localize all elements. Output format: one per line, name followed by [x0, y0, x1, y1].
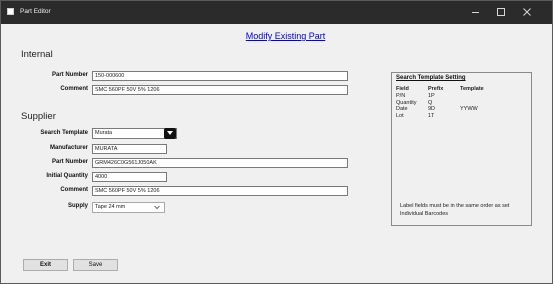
internal-section-title: Internal — [21, 49, 53, 60]
part-editor-window: Part Editor Modify Existing Part Interna… — [0, 0, 553, 284]
exit-button[interactable]: Exit — [23, 259, 68, 271]
row-field: Lot — [396, 112, 404, 119]
panel-title: Search Template Setting — [396, 75, 466, 81]
column-header-field: Field — [396, 86, 409, 92]
initial-quantity-input[interactable] — [92, 172, 167, 182]
supplier-comment-input[interactable] — [92, 186, 348, 196]
panel-note: Label fields must be in the same order a… — [400, 203, 510, 217]
supply-label: Supply — [67, 203, 88, 209]
supplier-section-title: Supplier — [21, 111, 56, 122]
template-table-header: Field Prefix Template — [396, 86, 530, 93]
maximize-button[interactable] — [489, 1, 513, 24]
manufacturer-label: Manufacturer — [49, 145, 88, 151]
window-title: Part Editor — [20, 8, 51, 15]
dropdown-button[interactable] — [164, 128, 176, 139]
search-template-setting-panel: Search Template Setting Field Prefix Tem… — [391, 72, 532, 226]
supplier-part-number-label: Part Number — [51, 159, 88, 165]
internal-part-number-label: Part Number — [51, 72, 88, 78]
internal-part-number-input[interactable] — [92, 71, 348, 81]
maximize-icon — [497, 8, 505, 16]
search-template-value: Murata — [95, 130, 113, 136]
close-icon — [523, 8, 531, 16]
title-bar[interactable]: Part Editor — [1, 1, 552, 24]
column-header-prefix: Prefix — [428, 86, 444, 92]
internal-comment-label: Comment — [60, 86, 88, 92]
internal-comment-input[interactable] — [92, 85, 348, 95]
column-header-template: Template — [460, 86, 484, 92]
table-row: Lot 1T — [396, 113, 530, 120]
template-table: Field Prefix Template P/N 1P Quantity Q — [396, 86, 530, 119]
supply-value: Tape 24 mm — [95, 204, 126, 210]
manufacturer-input[interactable] — [92, 144, 167, 154]
row-prefix: 1T — [428, 112, 435, 119]
minimize-button[interactable] — [464, 1, 488, 24]
close-button[interactable] — [515, 1, 539, 24]
row-template — [460, 113, 530, 120]
app-icon — [7, 8, 14, 15]
supply-dropdown[interactable]: Tape 24 mm — [92, 202, 165, 213]
save-button[interactable]: Save — [73, 259, 118, 271]
modify-existing-part-link[interactable]: Modify Existing Part — [1, 31, 552, 41]
search-template-label: Search Template — [40, 130, 88, 136]
supplier-part-number-input[interactable] — [92, 158, 348, 168]
chevron-down-icon — [167, 131, 173, 135]
minimize-icon — [472, 12, 479, 13]
initial-quantity-label: Initial Quantity — [46, 173, 88, 179]
supplier-comment-label: Comment — [60, 187, 88, 193]
search-template-dropdown[interactable]: Murata — [92, 128, 177, 139]
chevron-down-icon — [154, 205, 160, 210]
